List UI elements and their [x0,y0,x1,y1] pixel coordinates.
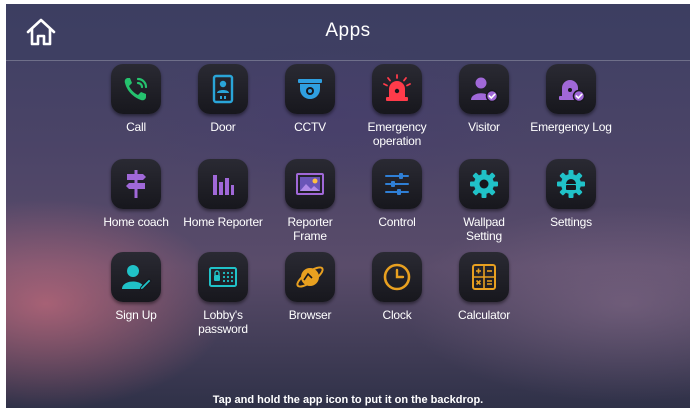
emergency-log-icon [559,80,586,103]
gear-icon [470,170,498,198]
app-settings[interactable]: Settings [523,159,619,229]
app-label: Home coach [103,215,169,229]
app-label: Control [378,215,416,229]
phone-icon [124,77,148,101]
app-call[interactable]: Call [88,64,184,134]
app-home-reporter[interactable]: Home Reporter [175,159,271,229]
planet-icon [296,266,324,288]
app-label: Door [210,120,236,134]
app-label: Sign Up [115,308,157,322]
app-browser[interactable]: Browser [262,252,358,322]
app-label: CCTV [294,120,326,134]
app-tile[interactable] [459,64,509,114]
app-label: Settings [550,215,592,229]
app-label: Clock [382,308,412,322]
app-tile[interactable] [372,159,422,209]
app-label: Wallpad Setting [463,215,505,243]
app-tile[interactable] [111,252,161,302]
lock-keypad-icon [209,267,237,287]
app-tile[interactable] [372,252,422,302]
app-label: Emergency operation [367,120,427,148]
footer-hint: Tap and hold the app icon to put it on t… [212,394,484,406]
app-control[interactable]: Control [349,159,445,229]
app-calculator[interactable]: Calculator [436,252,532,322]
app-label: Calculator [457,308,511,322]
app-tile[interactable] [111,159,161,209]
app-lobby-password[interactable]: Lobby's password [175,252,271,336]
app-label: Home Reporter [183,215,263,229]
app-label: Visitor [468,120,500,134]
app-tile[interactable] [546,159,596,209]
alarm-siren-icon [383,74,411,101]
app-emergency-operation[interactable]: Emergency operation [349,64,445,148]
signpost-icon [126,170,146,198]
app-label: Emergency Log [530,120,612,134]
sliders-icon [385,173,409,195]
app-tile[interactable] [546,64,596,114]
door-phone-icon [212,74,234,104]
app-tile[interactable] [198,252,248,302]
header-bar: Apps [6,4,690,61]
app-tile[interactable] [198,64,248,114]
app-tile[interactable] [372,64,422,114]
app-tile[interactable] [285,252,335,302]
app-visitor[interactable]: Visitor [436,64,532,134]
app-reporter-frame[interactable]: Reporter Frame [262,159,358,243]
picture-frame-icon [296,173,324,195]
app-clock[interactable]: Clock [349,252,445,322]
app-label: Browser [288,308,332,322]
app-tile[interactable] [198,159,248,209]
app-tile[interactable] [459,252,509,302]
bar-chart-icon [213,175,234,195]
app-screen: Apps Call Door CCTV Emergency operation … [6,4,690,408]
cctv-camera-icon [298,79,322,99]
app-sign-up[interactable]: Sign Up [88,252,184,322]
app-home-coach[interactable]: Home coach [88,159,184,229]
app-tile[interactable] [111,64,161,114]
app-wallpad-setting[interactable]: Wallpad Setting [436,159,532,243]
user-edit-icon [122,265,152,291]
app-tile[interactable] [285,64,335,114]
app-cctv[interactable]: CCTV [262,64,358,134]
app-label: Lobby's password [198,308,248,336]
app-door[interactable]: Door [175,64,271,134]
app-emergency-log[interactable]: Emergency Log [523,64,619,134]
app-tile[interactable] [285,159,335,209]
page-title: Apps [325,20,371,41]
app-label: Reporter Frame [287,215,333,243]
calculator-icon [472,264,496,290]
app-tile[interactable] [459,159,509,209]
android-gear-icon [557,170,585,198]
app-label: Call [126,120,146,134]
visitor-icon [471,77,499,103]
clock-icon [383,263,411,291]
